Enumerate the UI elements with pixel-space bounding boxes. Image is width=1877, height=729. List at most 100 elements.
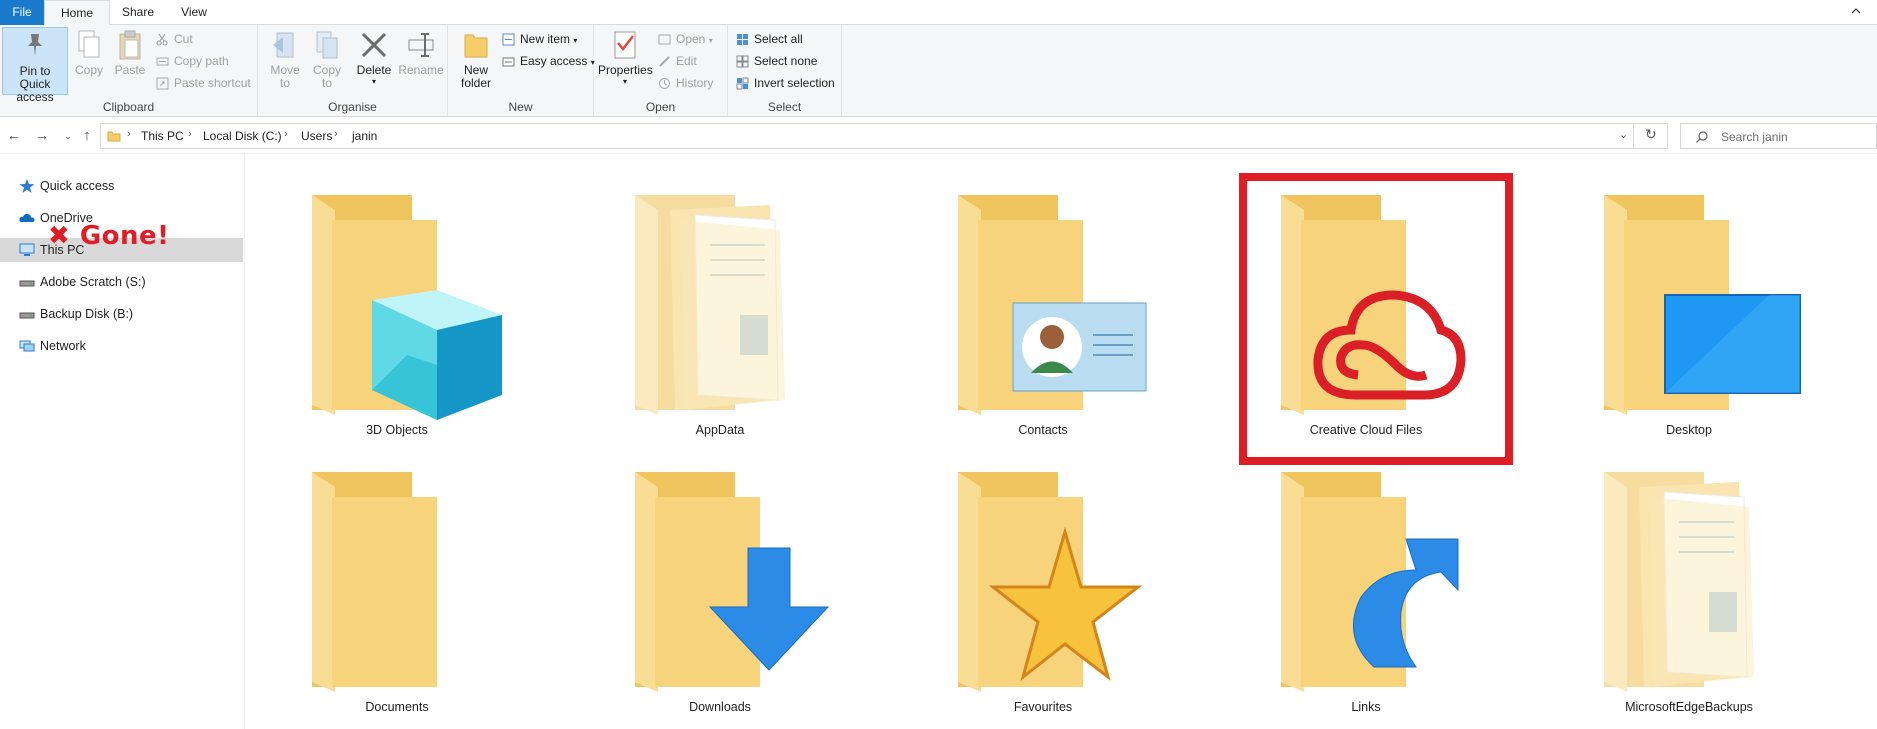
ribbon-tab-bar: File Home Share View (0, 0, 1877, 26)
folder-appdata[interactable]: AppData (600, 185, 840, 460)
new-item-icon (502, 33, 515, 46)
folder-small-icon (107, 131, 121, 142)
folder-label: Favourites (1013, 700, 1073, 714)
folder-downloads[interactable]: Downloads (600, 462, 840, 729)
back-arrow-icon[interactable]: ← (4, 126, 24, 146)
highlight-box (1239, 173, 1513, 465)
address-dropdown-chevron-icon[interactable]: ⌄ (1619, 128, 1628, 141)
properties-button[interactable]: Properties ▾ (598, 27, 653, 86)
folder-label: 3D Objects (366, 423, 428, 437)
copy-icon (75, 29, 103, 61)
new-item-dropdown-icon: ▾ (573, 36, 578, 45)
delete-x-icon (360, 29, 388, 61)
folder-links[interactable]: Links (1246, 462, 1486, 729)
paste-shortcut-button[interactable]: Paste shortcut (154, 73, 251, 93)
refresh-icon[interactable]: ↻ (1645, 126, 1657, 143)
select-none-button[interactable]: Select none (734, 51, 817, 71)
open-button[interactable]: Open ▾ (656, 29, 713, 49)
tab-view[interactable]: View (166, 0, 222, 25)
sidebar-item-label: Network (40, 339, 86, 353)
rename-icon (407, 29, 435, 61)
copy-to-button[interactable]: Copy to (310, 27, 344, 90)
new-group-label: New (508, 100, 533, 114)
links-folder-icon (1281, 472, 1459, 692)
folder-3d-objects[interactable]: 3D Objects (277, 185, 517, 460)
collapse-ribbon-icon[interactable] (1849, 4, 1863, 18)
sidebar-item-adobe-scratch[interactable]: Adobe Scratch (S:) (0, 270, 243, 294)
clipboard-group: Pin to Quick access Copy Paste Cut Copy … (0, 25, 258, 117)
new-item-label: New item (520, 32, 571, 46)
navigation-bar: ← → ⌄ ↑ › This PC › Local Disk (C:) › Us… (0, 118, 1877, 154)
folder-label: Contacts (1018, 423, 1068, 437)
folder-label: Downloads (689, 700, 751, 714)
pin-label-1: Pin to Quick (19, 64, 51, 91)
select-all-label: Select all (754, 32, 803, 46)
breadcrumb-users[interactable]: Users (301, 129, 332, 143)
sidebar-item-backup-disk[interactable]: Backup Disk (B:) (0, 302, 243, 326)
move-to-label-2: to (279, 76, 290, 90)
downloads-folder-icon (635, 472, 830, 692)
folder-favourites[interactable]: Favourites (923, 462, 1163, 729)
search-box[interactable]: Search janin (1680, 123, 1877, 149)
move-to-icon (271, 29, 299, 61)
copy-button[interactable]: Copy (72, 27, 106, 77)
3d-objects-folder-icon (312, 195, 502, 420)
delete-label: Delete (356, 63, 392, 77)
history-icon (659, 78, 670, 89)
paste-label: Paste (114, 63, 146, 77)
copy-path-icon (156, 57, 169, 66)
sidebar-item-network[interactable]: Network (0, 334, 243, 358)
properties-label: Properties (598, 63, 653, 77)
breadcrumb-this-pc[interactable]: This PC (141, 129, 184, 143)
move-to-button[interactable]: Move to (268, 27, 302, 90)
edit-icon (659, 56, 670, 67)
delete-dropdown-icon[interactable]: ▾ (354, 77, 394, 86)
edge-backups-folder-icon (1604, 472, 1754, 692)
new-folder-label-2: folder (460, 76, 492, 90)
breadcrumb-separator-icon: › (188, 128, 192, 140)
ribbon: Pin to Quick access Copy Paste Cut Copy … (0, 25, 1877, 117)
rename-button[interactable]: Rename (398, 27, 444, 77)
delete-button[interactable]: Delete ▾ (354, 27, 394, 86)
folder-documents[interactable]: Documents (277, 462, 517, 729)
paste-shortcut-label: Paste shortcut (174, 76, 251, 90)
properties-dropdown-icon[interactable]: ▾ (598, 77, 652, 86)
documents-folder-icon (312, 472, 437, 692)
copy-path-label: Copy path (174, 54, 229, 68)
new-folder-button[interactable]: New folder (456, 27, 496, 90)
pin-to-quick-access-button[interactable]: Pin to Quick access (2, 27, 68, 104)
drive-icon (19, 280, 35, 287)
copy-label: Copy (74, 63, 103, 77)
edit-button[interactable]: Edit (656, 51, 697, 71)
recent-locations-chevron-icon[interactable]: ⌄ (58, 126, 78, 146)
paste-icon (116, 29, 144, 61)
tab-home[interactable]: Home (44, 0, 110, 26)
easy-access-button[interactable]: Easy access ▾ (500, 51, 595, 71)
folder-contacts[interactable]: Contacts (923, 185, 1163, 460)
history-button[interactable]: History (656, 73, 713, 93)
invert-selection-button[interactable]: Invert selection (734, 73, 835, 93)
computer-icon (19, 243, 35, 256)
sidebar-item-label: Adobe Scratch (S:) (40, 275, 146, 289)
address-bar[interactable]: › This PC › Local Disk (C:) › Users › ja… (100, 123, 1668, 149)
tab-share[interactable]: Share (110, 0, 166, 25)
folder-desktop[interactable]: Desktop (1569, 185, 1809, 460)
sidebar-item-quick-access[interactable]: Quick access (0, 174, 243, 198)
search-icon (1696, 131, 1708, 143)
select-all-button[interactable]: Select all (734, 29, 803, 49)
up-arrow-icon[interactable]: ↑ (77, 126, 97, 146)
forward-arrow-icon[interactable]: → (32, 126, 52, 146)
breadcrumb-local-disk[interactable]: Local Disk (C:) (203, 129, 282, 143)
cut-button[interactable]: Cut (154, 29, 193, 49)
paste-button[interactable]: Paste (112, 27, 148, 77)
new-group: New folder New item ▾ Easy access ▾ New (448, 25, 595, 117)
tab-file[interactable]: File (0, 0, 44, 25)
breadcrumb-separator-icon: › (127, 128, 131, 140)
folder-label: Links (1351, 700, 1381, 714)
address-divider (1633, 123, 1634, 149)
breadcrumb-janin[interactable]: janin (352, 129, 377, 143)
folder-microsoft-edge-backups[interactable]: MicrosoftEdgeBackups (1569, 462, 1809, 729)
new-item-button[interactable]: New item ▾ (500, 29, 577, 49)
folder-label: AppData (695, 423, 745, 437)
copy-path-button[interactable]: Copy path (154, 51, 229, 71)
